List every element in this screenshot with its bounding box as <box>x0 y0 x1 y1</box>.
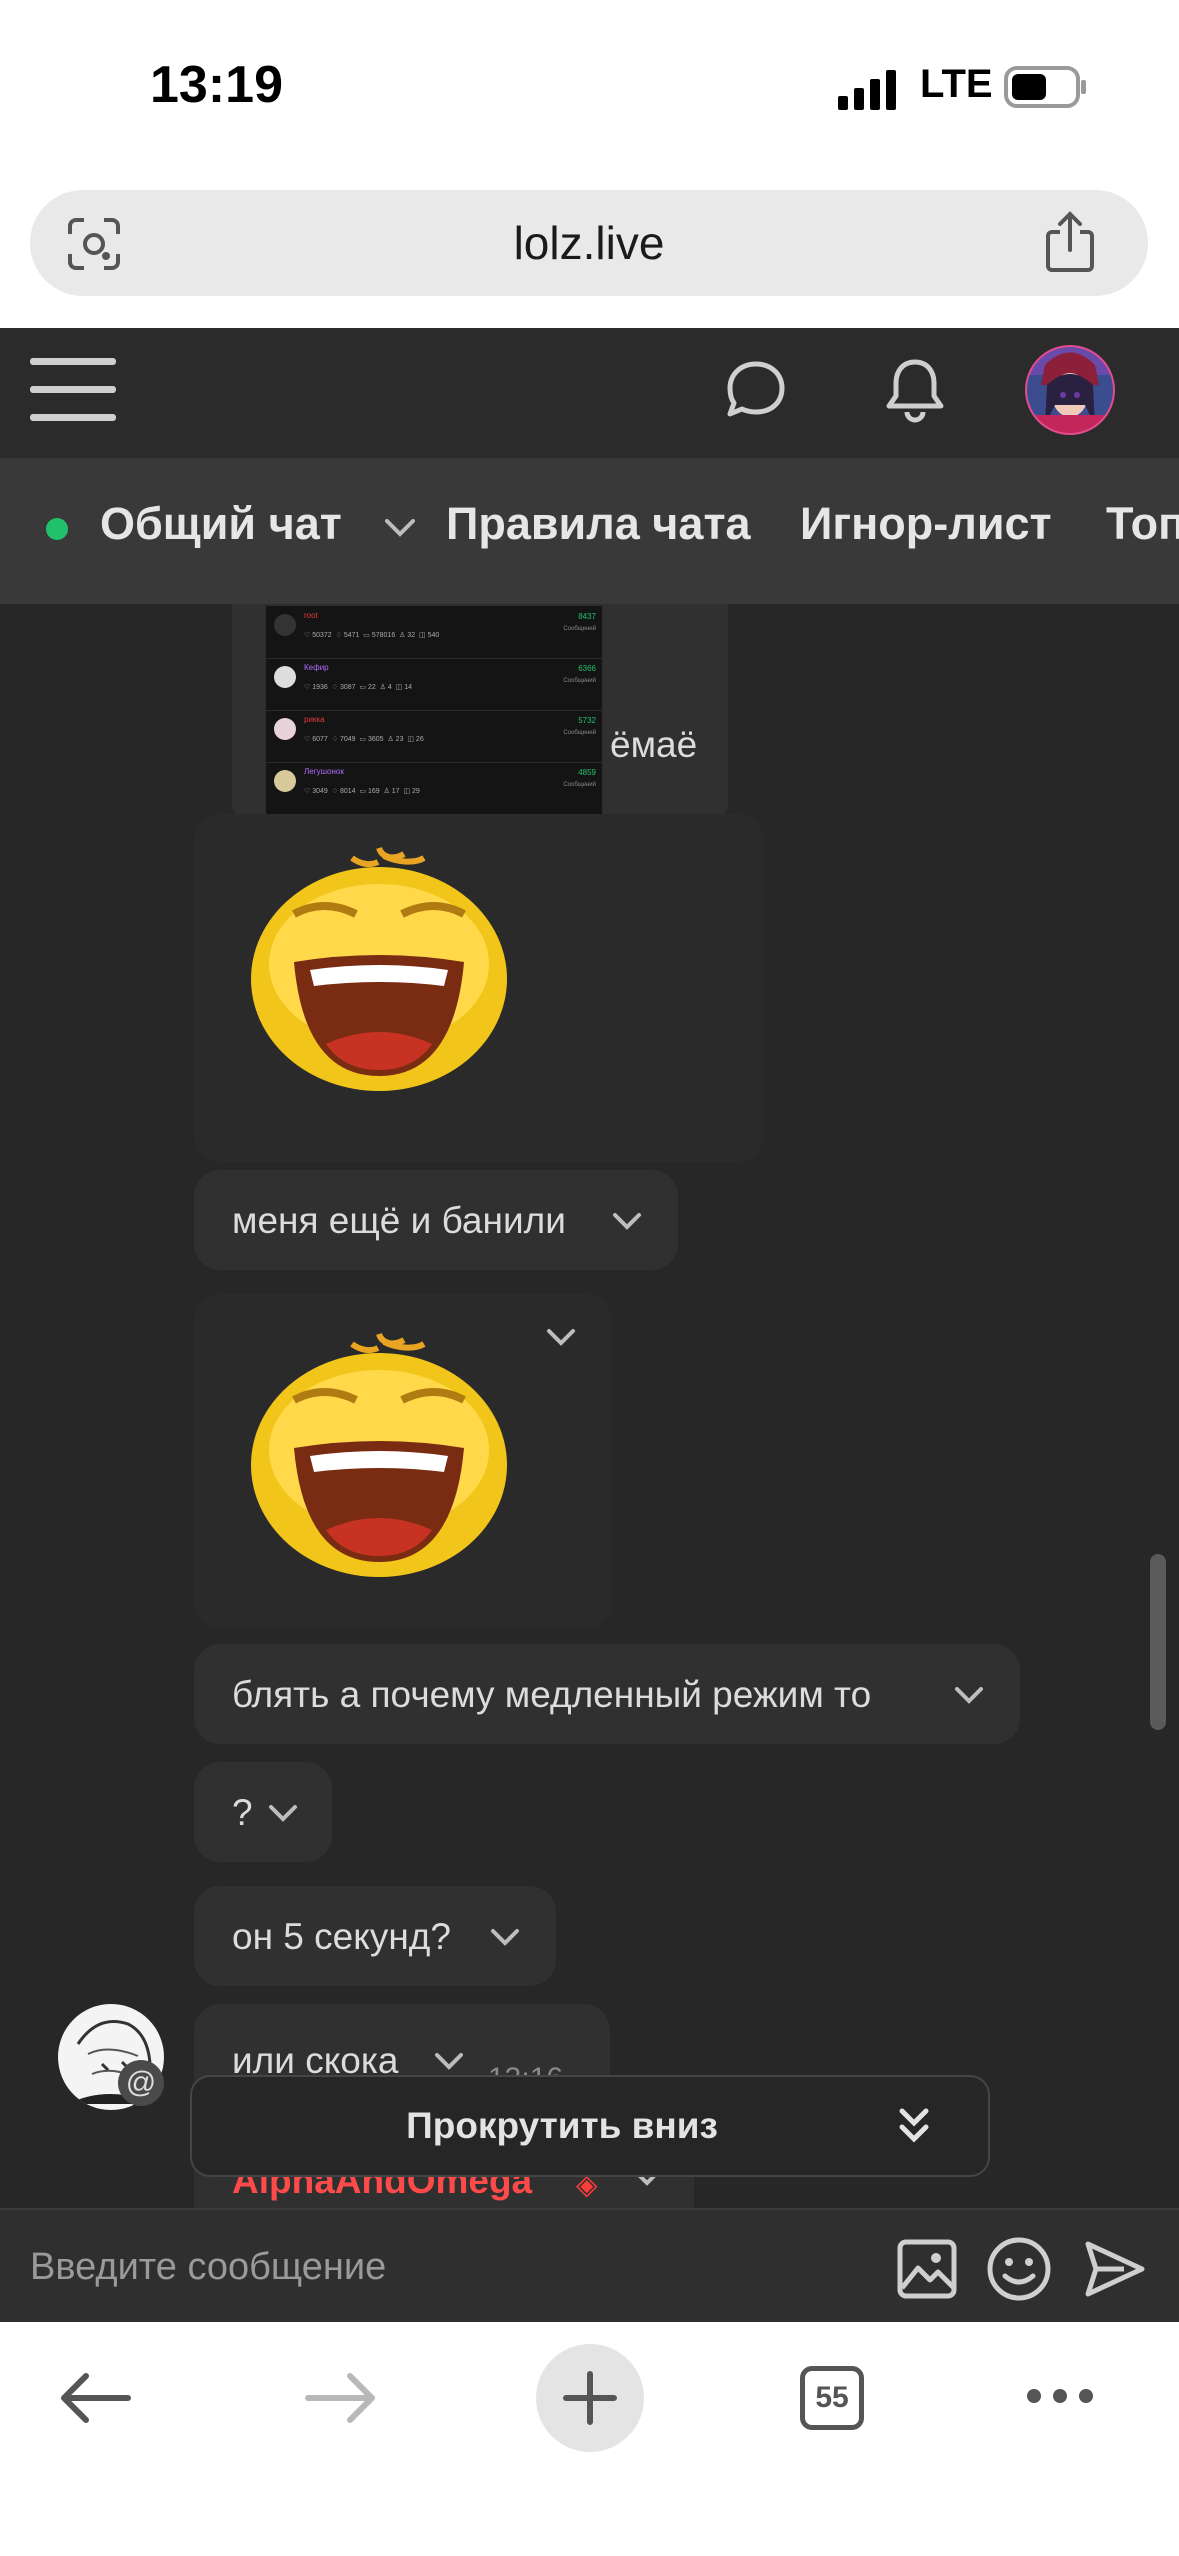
message-text: ёмаё <box>610 724 698 765</box>
forward-arrow-icon[interactable] <box>304 2370 380 2426</box>
screenshot-row: Легушонок ♡ 3049 ♢ 8014 ▭ 169 ♙ 17 ◫ 29 … <box>266 762 602 814</box>
message-bubble[interactable]: блять а почему медленный режим то <box>194 1644 1020 1744</box>
screenshot-row: Кефир ♡ 1936 ♢ 3087 ▭ 22 ♙ 4 ◫ 14 6366 С… <box>266 658 602 711</box>
row-avatar <box>274 770 296 792</box>
row-stats: ♡ 6077 ♢ 7049 ▭ 3605 ♙ 23 ◫ 26 <box>304 736 424 743</box>
row-count-label: Сообщений <box>563 678 596 684</box>
chevron-down-icon[interactable] <box>490 1928 520 1948</box>
chevron-down-icon[interactable] <box>546 1328 576 1348</box>
screenshot-row: root ♡ 50372 ♢ 5471 ▭ 578016 ♙ 32 ◫ 540 … <box>266 606 602 659</box>
app-header <box>0 328 1179 458</box>
tab-ignore-list[interactable]: Игнор-лист <box>800 498 1052 550</box>
scroll-down-button[interactable]: Прокрутить вниз <box>190 2075 990 2177</box>
row-stats: ♡ 3049 ♢ 8014 ▭ 169 ♙ 17 ◫ 29 <box>304 788 420 795</box>
chevron-down-icon[interactable] <box>954 1686 984 1706</box>
more-options-icon[interactable] <box>1024 2386 1096 2406</box>
row-avatar <box>274 718 296 740</box>
row-name: Легушонок <box>304 767 344 776</box>
chat-messages[interactable]: root ♡ 50372 ♢ 5471 ▭ 578016 ♙ 32 ◫ 540 … <box>0 604 1179 2208</box>
new-tab-button[interactable] <box>536 2344 644 2452</box>
row-count: 6366 <box>578 664 596 673</box>
chevron-down-icon[interactable] <box>384 518 416 538</box>
tab-chat-rules[interactable]: Правила чата <box>446 498 751 550</box>
screenshot-row: рикка ♡ 6077 ♢ 7049 ▭ 3605 ♙ 23 ◫ 26 573… <box>266 710 602 763</box>
chat-tabs-bar: Общий чат Правила чата Игнор-лист Топ <box>0 458 1179 604</box>
battery-icon <box>1004 66 1086 108</box>
scroll-down-label: Прокрутить вниз <box>406 2105 718 2146</box>
row-count-label: Сообщений <box>563 782 596 788</box>
address-bar[interactable]: lolz.live <box>30 190 1148 296</box>
avatar[interactable] <box>1025 345 1115 435</box>
plus-icon <box>563 2371 617 2425</box>
send-icon[interactable] <box>1084 2238 1146 2300</box>
bell-icon[interactable] <box>884 356 946 424</box>
scrollbar-thumb[interactable] <box>1150 1554 1166 1730</box>
row-name: рикка <box>304 715 325 724</box>
message-image-bubble[interactable]: root ♡ 50372 ♢ 5471 ▭ 578016 ♙ 32 ◫ 540 … <box>232 604 728 828</box>
online-indicator <box>46 518 68 540</box>
message-composer[interactable]: Введите сообщение <box>0 2208 1179 2324</box>
message-text: он 5 секунд? <box>232 1916 451 1957</box>
emoji-icon[interactable] <box>986 2236 1052 2302</box>
row-count: 4859 <box>578 768 596 777</box>
double-chevron-down-icon <box>899 2108 929 2143</box>
status-bar: 13:19 LTE <box>0 0 1179 170</box>
row-name: root <box>304 611 318 620</box>
status-time: 13:19 <box>150 56 283 114</box>
sticker-bubble[interactable] <box>194 814 764 1162</box>
chevron-down-icon[interactable] <box>434 2052 464 2072</box>
back-arrow-icon[interactable] <box>56 2370 132 2426</box>
message-text: блять а почему медленный режим то <box>232 1674 872 1715</box>
mention-badge-icon: @ <box>118 2060 164 2106</box>
tabs-count-button[interactable]: 55 <box>800 2366 864 2430</box>
network-label: LTE <box>920 62 993 106</box>
hamburger-menu-icon[interactable] <box>30 354 116 426</box>
message-bubble[interactable]: ? <box>194 1762 332 1862</box>
url-text[interactable]: lolz.live <box>30 190 1148 296</box>
row-stats: ♡ 1936 ♢ 3087 ▭ 22 ♙ 4 ◫ 14 <box>304 684 413 691</box>
message-text: меня ещё и банили <box>232 1200 566 1241</box>
row-count: 8437 <box>578 612 596 621</box>
row-name: Кефир <box>304 663 329 672</box>
row-avatar <box>274 666 296 688</box>
laughing-smiley-sticker <box>251 1332 507 1577</box>
row-avatar <box>274 614 296 636</box>
row-count: 5732 <box>578 716 596 725</box>
share-icon[interactable] <box>1042 210 1098 274</box>
tab-general-chat[interactable]: Общий чат <box>100 498 342 550</box>
chevron-down-icon[interactable] <box>612 1212 642 1232</box>
message-text: ? <box>232 1792 253 1833</box>
message-bubble[interactable]: он 5 секунд? <box>194 1886 556 1986</box>
browser-toolbar: 55 <box>0 2322 1179 2556</box>
leaderboard-screenshot[interactable]: root ♡ 50372 ♢ 5471 ▭ 578016 ♙ 32 ◫ 540 … <box>264 604 604 816</box>
signal-icon <box>838 70 896 110</box>
chat-bubble-icon[interactable] <box>724 358 788 422</box>
image-upload-icon[interactable] <box>896 2238 958 2300</box>
row-count-label: Сообщений <box>563 626 596 632</box>
row-stats: ♡ 50372 ♢ 5471 ▭ 578016 ♙ 32 ◫ 540 <box>304 632 440 639</box>
tab-top[interactable]: Топ <box>1106 498 1179 550</box>
chevron-down-icon[interactable] <box>268 1804 298 1824</box>
sticker-bubble[interactable] <box>194 1294 612 1628</box>
message-input[interactable]: Введите сообщение <box>30 2246 386 2289</box>
message-bubble[interactable]: меня ещё и банили <box>194 1170 678 1270</box>
row-count-label: Сообщений <box>563 730 596 736</box>
visual-search-icon[interactable] <box>66 216 122 272</box>
laughing-smiley-sticker <box>251 846 507 1091</box>
